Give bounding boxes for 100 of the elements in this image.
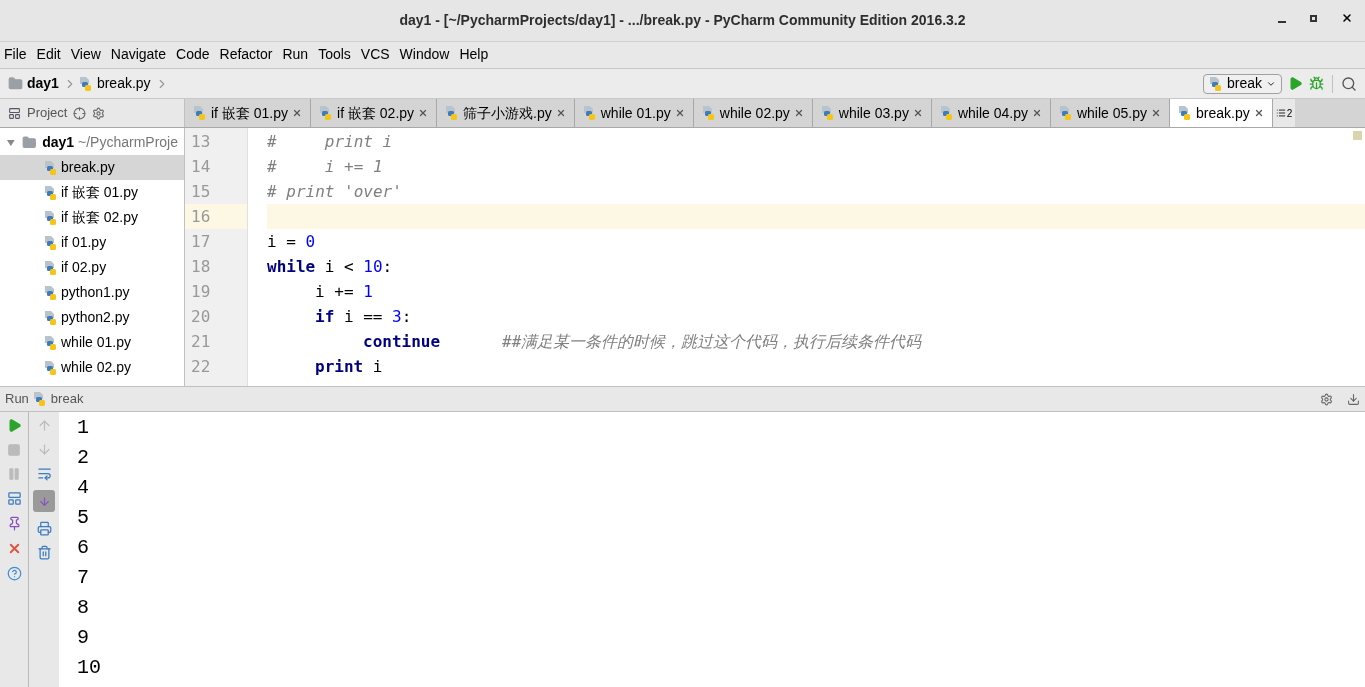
python-file-icon xyxy=(1058,105,1073,121)
run-config-dropdown[interactable]: break xyxy=(1202,73,1282,94)
tree-item[interactable]: if 02.py xyxy=(0,255,184,280)
debug-icon[interactable] xyxy=(1309,76,1324,91)
run-config-name: break xyxy=(50,390,84,409)
run-panel-label[interactable]: Run xyxy=(5,389,29,409)
tree-item[interactable]: if 嵌套 01.py xyxy=(0,180,184,205)
code-token: : xyxy=(401,306,412,328)
code-comment: # i += 1 xyxy=(267,156,383,178)
python-file-icon xyxy=(78,75,93,92)
menu-item[interactable]: Refactor xyxy=(219,43,273,65)
folder-icon xyxy=(8,76,23,91)
tree-item[interactable]: if 嵌套 02.py xyxy=(0,205,184,230)
menu-item[interactable]: Tools xyxy=(318,43,351,65)
settings-icon[interactable] xyxy=(92,106,106,120)
breadcrumb[interactable]: day1 xyxy=(27,73,59,94)
locate-icon[interactable] xyxy=(73,106,87,120)
line-number: 16 xyxy=(185,204,247,229)
menu-item[interactable]: Window xyxy=(399,43,450,65)
menu-item[interactable]: Code xyxy=(176,43,210,65)
code-comment: # print i xyxy=(267,131,393,153)
python-file-icon xyxy=(44,184,58,201)
line-number: 13 xyxy=(190,131,212,153)
python-file-icon xyxy=(44,359,58,376)
python-file-icon xyxy=(32,391,47,407)
maximize-icon[interactable] xyxy=(1310,14,1317,22)
line-number: 20 xyxy=(190,306,212,328)
code-token: continue xyxy=(363,331,441,353)
tab-overflow-button[interactable]: 2 xyxy=(1272,99,1296,127)
menu-item[interactable]: Navigate xyxy=(110,43,167,65)
tree-item[interactable]: if 01.py xyxy=(0,230,184,255)
wrap-icon[interactable] xyxy=(36,466,52,481)
console-output-line: 6 xyxy=(77,535,90,561)
python-file-icon xyxy=(193,105,207,121)
scroll-to-end-button[interactable] xyxy=(33,490,55,512)
code-comment: # print 'over' xyxy=(267,181,402,203)
tree-item[interactable]: while 02.py xyxy=(0,355,184,380)
console-output-line: 4 xyxy=(77,475,90,501)
expand-arrow-icon[interactable] xyxy=(6,137,16,148)
editor-tab[interactable]: break.py xyxy=(1170,99,1273,127)
python-file-icon xyxy=(44,234,58,251)
hide-panel-icon[interactable] xyxy=(1347,392,1360,406)
console-output-line: 10 xyxy=(77,655,102,681)
python-file-icon xyxy=(582,105,597,121)
python-file-icon xyxy=(44,284,58,301)
console-output-line: 5 xyxy=(77,505,90,531)
python-file-icon xyxy=(939,105,954,121)
pin-icon[interactable] xyxy=(6,516,22,531)
search-icon[interactable] xyxy=(1341,75,1357,92)
line-number: 19 xyxy=(190,281,212,303)
code-token: i += xyxy=(315,281,355,303)
tree-item[interactable]: break.py xyxy=(0,155,184,180)
tree-item[interactable]: python1.py xyxy=(0,280,184,305)
layout-icon[interactable] xyxy=(6,491,22,506)
close-icon[interactable] xyxy=(1253,108,1264,118)
breadcrumb[interactable]: break.py xyxy=(96,73,151,94)
tree-item[interactable]: while 01.py xyxy=(0,330,184,355)
close-icon[interactable] xyxy=(1341,12,1353,24)
code-comment: ##满足某一条件的时候，跳过这个代码，执行后续条件代码 xyxy=(502,331,922,353)
line-number: 17 xyxy=(190,231,212,253)
rerun-icon[interactable] xyxy=(6,418,22,433)
line-number: 18 xyxy=(190,256,212,278)
code-token: 1 xyxy=(363,281,373,303)
line-number: 21 xyxy=(190,331,212,353)
tree-item[interactable]: python2.py xyxy=(0,305,184,330)
print-icon[interactable] xyxy=(36,521,52,536)
code-token: 10 xyxy=(363,256,383,278)
code-token: print xyxy=(315,356,364,378)
run-icon[interactable] xyxy=(1288,76,1303,91)
console-output-line: 8 xyxy=(77,595,90,621)
scrollbar-marker xyxy=(1353,131,1362,140)
code-token: i = xyxy=(267,231,297,253)
list-icon xyxy=(1275,108,1286,118)
trash-icon[interactable] xyxy=(36,545,52,560)
python-file-icon xyxy=(319,105,334,121)
line-number: 22 xyxy=(190,356,212,378)
down-arrow-icon xyxy=(37,494,51,508)
console-output-line: 9 xyxy=(77,625,90,651)
project-view-selector[interactable]: Project xyxy=(27,103,68,123)
tree-item[interactable]: day1 ~/PycharmProje xyxy=(42,132,178,153)
settings-icon[interactable] xyxy=(1320,392,1333,406)
line-number: 14 xyxy=(190,156,212,178)
menu-item[interactable]: VCS xyxy=(360,43,390,65)
menu-item[interactable]: File xyxy=(4,43,27,65)
python-file-icon xyxy=(820,105,835,121)
python-file-icon xyxy=(445,105,460,121)
menu-item[interactable]: Run xyxy=(282,43,309,65)
console-output-line: 1 xyxy=(77,415,90,441)
python-file-icon xyxy=(44,159,58,176)
menu-item[interactable]: Edit xyxy=(36,43,61,65)
code-token: i < xyxy=(323,256,355,278)
window-title: day1 - [~/PycharmProjects/day1] - .../break.py - PyCharm Community Edition 2016.3.2 xyxy=(399,11,966,30)
code-token: i == xyxy=(342,306,384,328)
help-icon[interactable] xyxy=(6,566,22,581)
code-token: 3 xyxy=(392,306,402,328)
console-output-line: 2 xyxy=(77,445,90,471)
menu-item[interactable]: View xyxy=(70,43,101,65)
python-file-icon xyxy=(44,309,58,326)
menu-item[interactable]: Help xyxy=(459,43,489,65)
python-file-icon xyxy=(44,334,58,351)
